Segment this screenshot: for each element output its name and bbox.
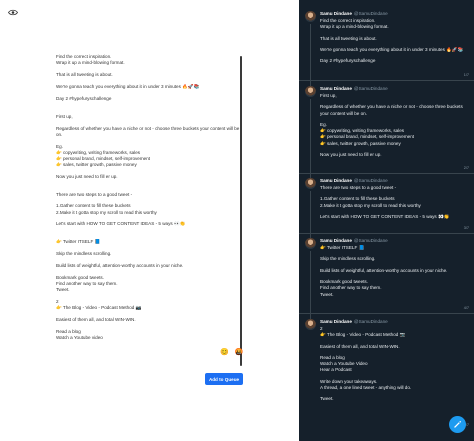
thread-preview-panel: Samu Dindane @SamuDindane Find the correct… <box>299 0 474 441</box>
tweet-counter: 2/7 <box>463 166 469 170</box>
tweet-paragraph: Skip the mindless scrolling. <box>320 256 376 262</box>
editor-paragraph: Let's start with HOW TO GET CONTENT IDEA… <box>56 221 186 227</box>
tweet-divider <box>299 80 474 81</box>
editor-paragraph: Bookmark good tweets. Find another way t… <box>56 275 118 293</box>
editor-paragraph: Skip the mindless scrolling. <box>56 251 112 257</box>
author-handle: @SamuDindane <box>353 319 388 324</box>
emoji-picker-icon[interactable]: 😊 <box>220 349 229 357</box>
editor-paragraph: Find the correct inspiration. Wrap it up… <box>56 54 125 66</box>
tweet-body: First up, Regardless of whether you have … <box>320 93 466 163</box>
editor-paragraph: We're gonna teach you everything about i… <box>56 83 200 89</box>
tweet-divider <box>299 173 474 174</box>
avatar <box>305 319 316 330</box>
tweet-counter: 1/7 <box>463 73 469 77</box>
tweet-counter: 3/7 <box>463 226 469 230</box>
editor-scrollbar-thumb[interactable] <box>240 56 242 366</box>
editor-paragraph: Easiest of them all, and total WIN-WIN. <box>56 317 136 323</box>
tweet-body: Find the correct inspiration. Wrap it up… <box>320 18 466 70</box>
tweet-paragraph: 2 👉 The Blog - Video - Podcast Method 📷 <box>320 326 406 338</box>
tweet-paragraph: 1.Gather content to fill these buckets 2… <box>320 196 421 208</box>
compose-icon <box>454 420 462 428</box>
tweet-divider <box>299 313 474 314</box>
editor-paragraph: Eg. 👉 copywriting, writing frameworks, s… <box>56 143 151 167</box>
editor-paragraph: 👉 Twitter ITSELF 📘 <box>56 239 101 245</box>
author-name: Samu Dindane <box>320 178 352 183</box>
author-name: Samu Dindane <box>320 319 352 324</box>
thread-connector <box>310 251 311 319</box>
thread-editor[interactable]: Find the correct inspiration. Wrap it up… <box>56 54 244 366</box>
tweet-header: Samu Dindane @SamuDindane <box>320 319 388 325</box>
tweet-header: Samu Dindane @SamuDindane <box>320 86 388 92</box>
editor-scrollbar[interactable] <box>240 56 242 366</box>
avatar <box>305 86 316 97</box>
editor-paragraph: Regardless of whether you have a niche o… <box>56 125 240 137</box>
emoji-reaction-icon[interactable]: 🤬 <box>235 349 244 357</box>
tweet-header: Samu Dindane @SamuDindane <box>320 11 388 17</box>
editor-emoji-row: 😊 🤬 <box>220 349 243 357</box>
editor-paragraph: Build lists of weightful, attention-wort… <box>56 263 184 269</box>
avatar <box>305 178 316 189</box>
tweet-header: Samu Dindane @SamuDindane <box>320 178 388 184</box>
editor-paragraph: There are two steps to a good tweet - <box>56 191 133 197</box>
editor-paragraph: Now you just need to fill er up. <box>56 173 118 179</box>
tweet-paragraph: We're gonna teach you everything about i… <box>320 46 464 52</box>
tweet-paragraph: Build lists of weightful, attention-wort… <box>320 267 448 273</box>
tweet-paragraph: Easiest of them all, and total WIN-WIN. <box>320 343 400 349</box>
tweet-divider <box>299 233 474 234</box>
editor-paragraph: First up, <box>56 113 73 119</box>
editor-paragraph: Read a blog Watch a Youtube video <box>56 328 103 341</box>
author-name: Samu Dindane <box>320 11 352 16</box>
tweet-body: 2 👉 The Blog - Video - Podcast Method 📷 E… <box>320 326 466 408</box>
author-name: Samu Dindane <box>320 238 352 243</box>
tweet-paragraph: That is all tweeting is about. <box>320 35 377 41</box>
tweet-counter: 4/7 <box>463 306 469 310</box>
author-handle: @SamuDindane <box>353 238 388 243</box>
tweet-body: There are two steps to a good tweet - 1.G… <box>320 185 466 225</box>
tweet-paragraph: Bookmark good tweets. Find another way t… <box>320 279 382 297</box>
tweet-paragraph: Regardless of whether you have a niche o… <box>320 104 463 116</box>
thread-connector <box>310 99 311 179</box>
tweet-paragraph: Write down your takeaways. A thread, a o… <box>320 378 412 390</box>
tweet-body: 👉 Twitter ITSELF 📘 Skip the mindless scro… <box>320 245 466 303</box>
author-name: Samu Dindane <box>320 86 352 91</box>
editor-paragraph: 2 👉 The Blog - Video - Podcast Method 📷 <box>56 299 142 311</box>
tweet-paragraph: 👉 Twitter ITSELF 📘 <box>320 245 365 250</box>
eye-icon[interactable] <box>8 9 18 16</box>
tweet-paragraph: Now you just need to fill er up. <box>320 151 382 157</box>
tweet-paragraph: There are two steps to a good tweet - <box>320 185 397 190</box>
thread-connector <box>310 191 311 239</box>
avatar <box>305 238 316 249</box>
editor-paragraph: 1.Gather content to fill these buckets 2… <box>56 203 157 215</box>
thread-connector <box>310 24 311 86</box>
editor-paragraph: Day 2 #hypefuryschallenge <box>56 95 112 101</box>
author-handle: @SamuDindane <box>353 178 388 183</box>
author-handle: @SamuDindane <box>353 86 388 91</box>
editor-paragraph: That is all tweeting is about. <box>56 71 113 77</box>
tweet-paragraph: Find the correct inspiration. Wrap it up… <box>320 18 389 30</box>
tweet-paragraph: First up, <box>320 93 337 98</box>
add-to-queue-button[interactable]: Add to Queue <box>205 373 243 385</box>
tweet-paragraph: Tweet. <box>320 396 334 402</box>
author-handle: @SamuDindane <box>353 11 388 16</box>
tweet-header: Samu Dindane @SamuDindane <box>320 238 388 244</box>
avatar <box>305 11 316 22</box>
tweet-paragraph: Day 2 #hypefuryschallenge <box>320 58 376 64</box>
compose-button[interactable] <box>449 416 466 433</box>
tweet-paragraph: Eg. 👉 copywriting, writing frameworks, s… <box>320 121 415 146</box>
tweet-paragraph: Read a blog Watch a Youtube Video Hear a… <box>320 354 368 373</box>
tweet-paragraph: Let's start with HOW TO GET CONTENT IDEA… <box>320 213 450 219</box>
